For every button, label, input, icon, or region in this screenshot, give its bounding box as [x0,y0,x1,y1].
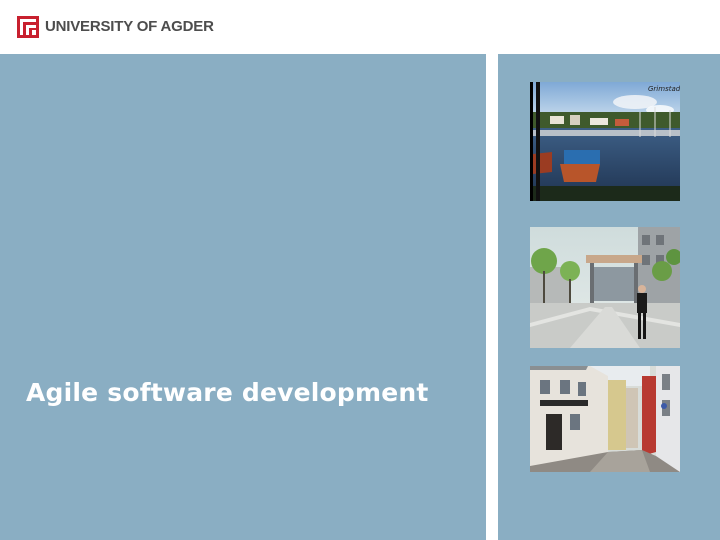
header-bar: UNIVERSITY OF AGDER [0,0,720,54]
title-panel [0,54,486,540]
panel-divider [486,54,498,540]
slide-title: Agile software development [26,378,429,407]
plaza-photo [530,227,680,348]
harbor-caption: Grimstad [648,85,680,93]
street-photo [530,366,680,472]
harbor-photo: Grimstad [530,82,680,201]
uia-logo-icon [17,16,39,38]
university-name: UNIVERSITY OF AGDER [45,18,214,35]
